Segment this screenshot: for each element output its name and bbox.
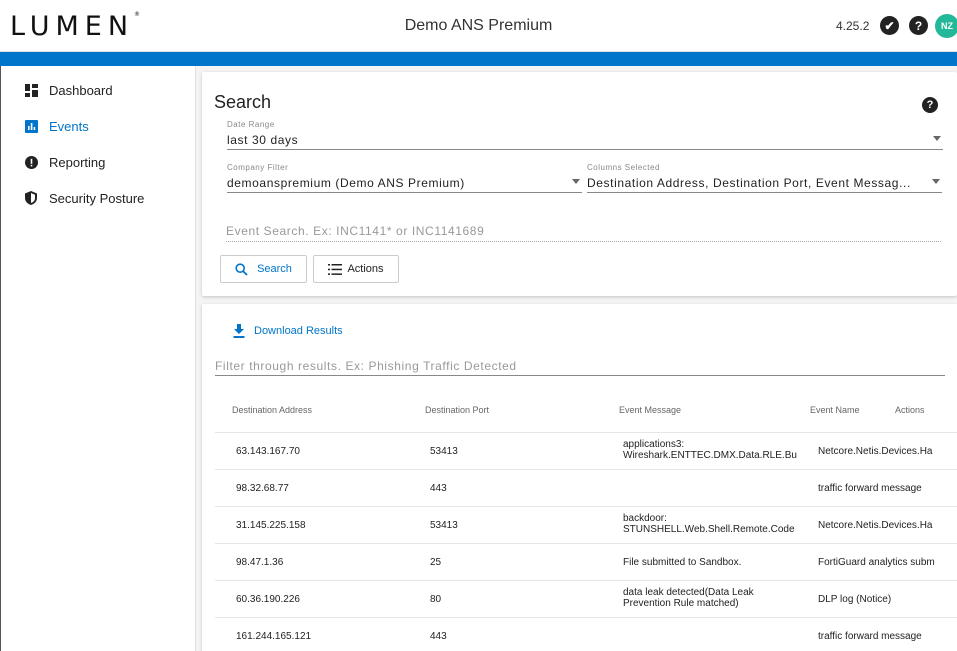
column-header-destination-port[interactable]: Destination Port xyxy=(425,405,489,415)
sidebar-item-dashboard[interactable]: Dashboard xyxy=(1,78,196,102)
columns-selected-select[interactable]: Columns Selected Destination Address, De… xyxy=(587,163,942,193)
destination-address-cell: 31.145.225.158 xyxy=(236,520,306,531)
table-row[interactable]: 31.145.225.158 53413 backdoor: STUNSHELL.… xyxy=(215,506,957,543)
column-header-destination-address[interactable]: Destination Address xyxy=(232,405,312,415)
results-card: Download Results Destination Address Des… xyxy=(202,304,957,651)
columns-selected-label: Columns Selected xyxy=(587,163,660,172)
columns-selected-value: Destination Address, Destination Port, E… xyxy=(587,176,911,190)
sidebar-item-label: Dashboard xyxy=(49,82,113,98)
chevron-down-icon xyxy=(572,179,580,184)
date-range-value: last 30 days xyxy=(227,133,299,147)
event-name-cell: traffic forward message xyxy=(818,631,922,642)
event-name-cell: DLP log (Notice) xyxy=(818,594,892,605)
search-button-label: Search xyxy=(257,263,292,275)
alert-circle-icon xyxy=(24,155,38,169)
search-icon xyxy=(235,262,248,276)
search-button[interactable]: Search xyxy=(220,255,307,283)
download-icon xyxy=(233,324,245,338)
column-header-actions: Actions xyxy=(895,405,925,415)
bar-chart-icon xyxy=(24,119,38,133)
accent-bar xyxy=(0,52,957,66)
version-label: 4.25.2 xyxy=(836,19,870,33)
download-results-label: Download Results xyxy=(254,325,343,337)
table-row[interactable]: 161.244.165.121 443 traffic forward mess… xyxy=(215,617,957,651)
event-search-input[interactable] xyxy=(226,220,941,242)
destination-address-cell: 60.36.190.226 xyxy=(236,594,300,605)
date-range-select[interactable]: Date Range last 30 days xyxy=(227,120,943,150)
event-name-cell: Netcore.Netis.Devices.Ha xyxy=(818,446,933,457)
dashboard-icon xyxy=(24,83,38,97)
destination-address-cell: 98.32.68.77 xyxy=(236,483,289,494)
column-header-event-name[interactable]: Event Name xyxy=(810,405,860,415)
actions-button-label: Actions xyxy=(347,263,384,275)
event-name-cell: Netcore.Netis.Devices.Ha xyxy=(818,520,933,531)
table-row[interactable]: 98.32.68.77 443 traffic forward message xyxy=(215,469,957,506)
sidebar-item-security-posture[interactable]: Security Posture xyxy=(1,186,196,210)
check-circle-icon[interactable]: ✔ xyxy=(880,16,899,35)
event-name-cell: traffic forward message xyxy=(818,483,922,494)
destination-port-cell: 53413 xyxy=(430,520,458,531)
lumen-logo[interactable]: LUMEN® xyxy=(10,11,140,42)
destination-port-cell: 443 xyxy=(430,631,447,642)
destination-address-cell: 98.47.1.36 xyxy=(236,557,284,568)
company-filter-select[interactable]: Company Filter demoanspremium (Demo ANS … xyxy=(227,163,582,193)
sidebar-item-events[interactable]: Events xyxy=(1,114,196,138)
destination-address-cell: 63.143.167.70 xyxy=(236,446,300,457)
actions-button[interactable]: Actions xyxy=(313,255,399,283)
page-title: Search xyxy=(214,92,272,112)
sidebar-item-label: Events xyxy=(49,118,89,134)
table-row[interactable]: 63.143.167.70 53413 applications3: Wiresh… xyxy=(215,432,957,469)
company-filter-value: demoanspremium (Demo ANS Premium) xyxy=(227,176,465,190)
event-message-cell: File submitted to Sandbox. xyxy=(623,557,742,568)
table-row[interactable]: 98.47.1.36 25 File submitted to Sandbox.… xyxy=(215,543,957,580)
destination-port-cell: 80 xyxy=(430,594,442,605)
event-message-cell xyxy=(623,476,818,487)
column-header-event-message[interactable]: Event Message xyxy=(619,405,681,415)
sidebar: Dashboard Events Reporting Security Post… xyxy=(0,66,196,651)
search-card: Search ? Date Range last 30 days Company… xyxy=(202,72,957,296)
destination-port-cell: 25 xyxy=(430,557,442,568)
main-content: Search ? Date Range last 30 days Company… xyxy=(196,66,957,651)
company-filter-label: Company Filter xyxy=(227,163,289,172)
download-results-link[interactable]: Download Results xyxy=(233,324,343,338)
results-filter-input[interactable] xyxy=(215,356,945,376)
app-header: LUMEN® Demo ANS Premium 4.25.2 ✔ ? NZ xyxy=(0,0,957,52)
chevron-down-icon xyxy=(933,136,941,141)
app-title: Demo ANS Premium xyxy=(404,17,553,34)
shield-icon xyxy=(24,191,38,205)
event-message-cell: backdoor: STUNSHELL.Web.Shell.Remote.Code xyxy=(623,513,795,535)
event-name-cell: FortiGuard analytics subm xyxy=(818,557,935,568)
help-icon[interactable]: ? xyxy=(922,97,938,113)
sidebar-item-label: Reporting xyxy=(49,154,106,170)
destination-address-cell: 161.244.165.121 xyxy=(236,631,312,642)
avatar[interactable]: NZ xyxy=(935,14,957,38)
destination-port-cell: 53413 xyxy=(430,446,458,457)
sidebar-item-reporting[interactable]: Reporting xyxy=(1,150,196,174)
date-range-label: Date Range xyxy=(227,120,275,129)
event-message-cell: data leak detected(Data Leak Prevention R… xyxy=(623,587,754,609)
event-message-cell xyxy=(623,624,818,635)
sidebar-item-label: Security Posture xyxy=(49,190,145,206)
table-row[interactable]: 60.36.190.226 80 data leak detected(Data… xyxy=(215,580,957,617)
list-icon xyxy=(328,263,343,275)
help-icon[interactable]: ? xyxy=(909,16,928,35)
chevron-down-icon xyxy=(932,179,940,184)
destination-port-cell: 443 xyxy=(430,483,447,494)
event-message-cell: applications3: Wireshark.ENTTEC.DMX.Data.… xyxy=(623,439,797,461)
